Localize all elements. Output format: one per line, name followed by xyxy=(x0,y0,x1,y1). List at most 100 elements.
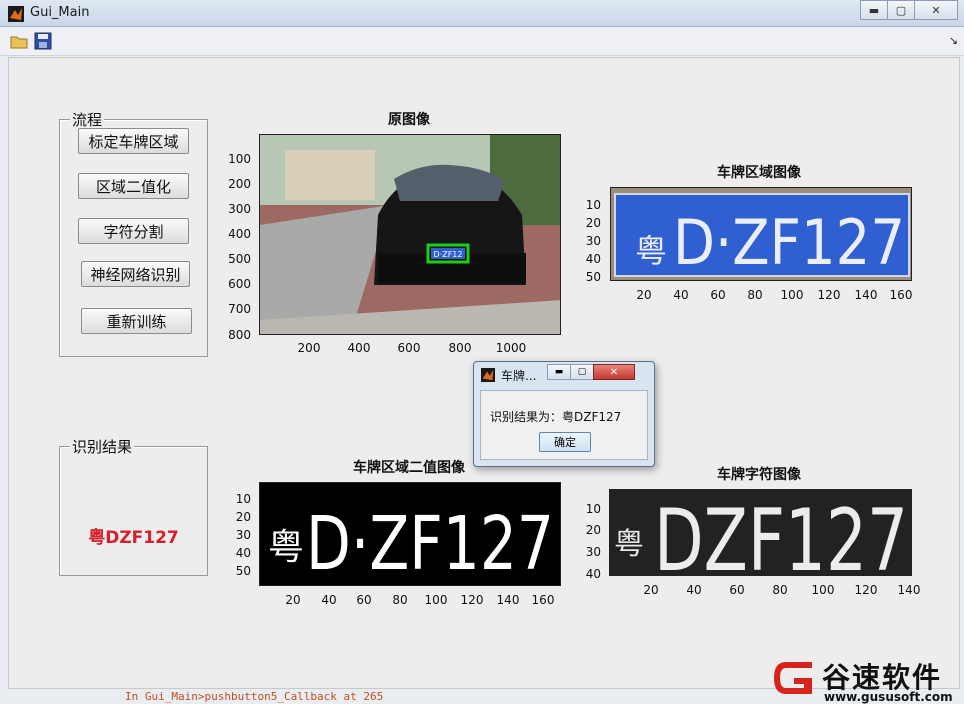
locate-plate-button[interactable]: 标定车牌区域 xyxy=(78,128,189,154)
ytick: 30 xyxy=(235,528,251,542)
minimize-button[interactable]: ▬ xyxy=(860,0,888,20)
ytick: 30 xyxy=(585,234,601,248)
ytick: 40 xyxy=(235,546,251,560)
plate-text: D·ZF127 xyxy=(673,206,905,279)
title-bar: Gui_Main ▬ ▢ ✕ xyxy=(0,0,964,27)
result-value: 粤DZF127 xyxy=(88,528,179,548)
binary-plate: 粤 D·ZF127 xyxy=(260,483,560,586)
ytick: 300 xyxy=(228,202,251,216)
xtick: 800 xyxy=(448,341,472,355)
xtick: 160 xyxy=(531,593,555,607)
binary-image: 粤 D·ZF127 xyxy=(259,482,561,586)
dialog-body: 识别结果为：粤DZF127 确定 xyxy=(480,390,648,460)
xtick: 100 xyxy=(811,583,835,597)
ytick: 40 xyxy=(585,567,601,581)
close-button[interactable]: ✕ xyxy=(914,0,958,20)
ytick: 10 xyxy=(585,502,601,516)
ytick: 20 xyxy=(585,523,601,537)
ytick: 50 xyxy=(585,270,601,284)
result-dialog: 车牌... ▬ ▢ ✕ 识别结果为：粤DZF127 确定 xyxy=(473,361,655,467)
xtick: 40 xyxy=(673,288,689,302)
maximize-icon: ▢ xyxy=(577,367,587,377)
binary-province: 粤 xyxy=(268,527,304,568)
result-panel-title: 识别结果 xyxy=(70,436,135,457)
xtick: 100 xyxy=(424,593,448,607)
dialog-message: 识别结果为：粤DZF127 xyxy=(490,410,622,424)
xtick: 120 xyxy=(817,288,841,302)
xtick: 60 xyxy=(356,593,372,607)
xtick: 100 xyxy=(780,288,804,302)
ytick: 10 xyxy=(235,492,251,506)
ytick: 50 xyxy=(235,564,251,578)
nn-recognize-button[interactable]: 神经网络识别 xyxy=(81,261,190,287)
result-panel: 识别结果 粤DZF127 xyxy=(59,436,208,576)
retrain-button[interactable]: 重新训练 xyxy=(81,308,192,334)
dialog-minimize-button[interactable]: ▬ xyxy=(547,364,571,380)
console-hint: In Gui_Main>pushbutton5_Callback at 265 xyxy=(125,690,384,703)
close-icon: ✕ xyxy=(931,3,941,17)
ok-button[interactable]: 确定 xyxy=(539,432,591,452)
binarize-button[interactable]: 区域二值化 xyxy=(78,173,189,199)
matlab-logo-icon xyxy=(8,6,24,22)
maximize-icon: ▢ xyxy=(895,3,907,17)
watermark-url: www.gususoft.com xyxy=(824,690,953,704)
chars-province: 粤 xyxy=(614,527,644,562)
chars-image: 粤 DZF127 xyxy=(609,489,912,576)
xtick: 1000 xyxy=(495,341,527,355)
window-title: Gui_Main xyxy=(30,5,90,20)
xtick: 40 xyxy=(686,583,702,597)
ytick: 100 xyxy=(228,152,251,166)
xtick: 120 xyxy=(854,583,878,597)
matlab-logo-icon xyxy=(481,368,495,382)
plate-photo: 粤 D·ZF127 xyxy=(611,188,911,280)
xtick: 60 xyxy=(729,583,745,597)
segment-chars-button[interactable]: 字符分割 xyxy=(78,218,189,244)
plate-province: 粤 xyxy=(635,232,667,270)
xtick: 120 xyxy=(460,593,484,607)
original-axes-title: 原图像 xyxy=(388,112,430,128)
ytick: 30 xyxy=(585,545,601,559)
maximize-button[interactable]: ▢ xyxy=(887,0,915,20)
dialog-title: 车牌... xyxy=(501,369,537,383)
dialog-close-button[interactable]: ✕ xyxy=(593,364,635,380)
ytick: 800 xyxy=(228,328,251,342)
xtick: 200 xyxy=(297,341,321,355)
ytick: 400 xyxy=(228,227,251,241)
process-panel-title: 流程 xyxy=(70,109,105,130)
xtick: 20 xyxy=(643,583,659,597)
minimize-icon: ▬ xyxy=(868,3,880,17)
original-image: D·ZF12 xyxy=(259,134,561,335)
ytick: 600 xyxy=(228,277,251,291)
chars-plate: 粤 DZF127 xyxy=(610,490,911,576)
xtick: 20 xyxy=(285,593,301,607)
xtick: 140 xyxy=(496,593,520,607)
ytick: 20 xyxy=(235,510,251,524)
process-panel: 流程 标定车牌区域 区域二值化 字符分割 神经网络识别 重新训练 xyxy=(59,109,208,357)
dialog-maximize-button[interactable]: ▢ xyxy=(570,364,594,380)
binary-text: D·ZF127 xyxy=(306,501,554,586)
save-icon[interactable] xyxy=(34,32,52,50)
watermark: 谷速软件 www.gususoft.com xyxy=(764,652,964,704)
ytick: 10 xyxy=(585,198,601,212)
xtick: 140 xyxy=(897,583,921,597)
dock-icon[interactable]: ↘ xyxy=(949,34,958,47)
xtick: 40 xyxy=(321,593,337,607)
xtick: 80 xyxy=(772,583,788,597)
xtick: 160 xyxy=(889,288,913,302)
chars-axes-title: 车牌字符图像 xyxy=(717,467,801,483)
open-folder-icon[interactable] xyxy=(10,32,28,50)
minimize-icon: ▬ xyxy=(554,367,564,377)
xtick: 400 xyxy=(347,341,371,355)
xtick: 20 xyxy=(636,288,652,302)
plate-axes-title: 车牌区域图像 xyxy=(717,165,801,181)
xtick: 140 xyxy=(854,288,878,302)
ytick: 500 xyxy=(228,252,251,266)
gususoft-logo-icon xyxy=(774,662,812,694)
car-photo: D·ZF12 xyxy=(260,135,560,334)
chars-text: DZF127 xyxy=(654,491,908,576)
xtick: 80 xyxy=(747,288,763,302)
ytick: 40 xyxy=(585,252,601,266)
ytick: 20 xyxy=(585,216,601,230)
plate-region-image: 粤 D·ZF127 xyxy=(610,187,912,281)
ytick: 200 xyxy=(228,177,251,191)
